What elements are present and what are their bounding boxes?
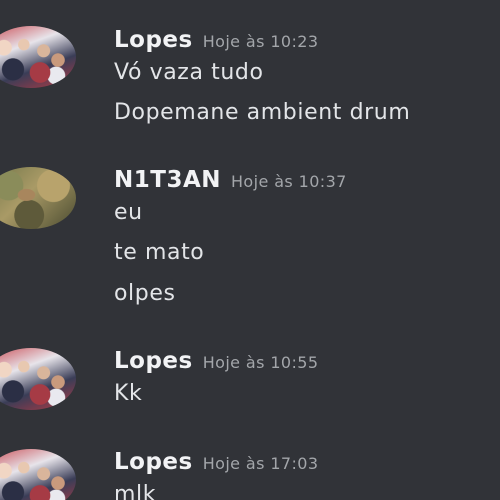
username[interactable]: Lopes <box>114 348 193 374</box>
message-text: mlk <box>114 482 157 500</box>
timestamp[interactable]: Hoje às 10:37 <box>231 172 347 191</box>
avatar[interactable] <box>0 348 76 410</box>
message-header: Lopes Hoje às 10:55 <box>114 348 318 374</box>
username[interactable]: N1T3AN <box>114 167 221 193</box>
avatar[interactable] <box>0 26 76 88</box>
message-header: Lopes Hoje às 10:23 <box>114 27 318 53</box>
message-text: te mato <box>114 240 205 265</box>
timestamp[interactable]: Hoje às 10:55 <box>203 353 319 372</box>
chat-message-list: Lopes Hoje às 10:23 Vó vaza tudo Dopemane… <box>0 0 500 500</box>
message-text: Vó vaza tudo <box>114 60 264 85</box>
message-text: Dopemane ambient drum <box>114 100 411 125</box>
username[interactable]: Lopes <box>114 27 193 53</box>
timestamp[interactable]: Hoje às 10:23 <box>203 32 319 51</box>
username[interactable]: Lopes <box>114 449 193 475</box>
message-header: N1T3AN Hoje às 10:37 <box>114 167 347 193</box>
avatar[interactable] <box>0 449 76 500</box>
message-text: eu <box>114 200 143 225</box>
message-header: Lopes Hoje às 17:03 <box>114 449 318 475</box>
avatar[interactable] <box>0 167 76 229</box>
message-text: olpes <box>114 281 176 306</box>
timestamp[interactable]: Hoje às 17:03 <box>203 454 319 473</box>
message-text: Kk <box>114 381 143 406</box>
